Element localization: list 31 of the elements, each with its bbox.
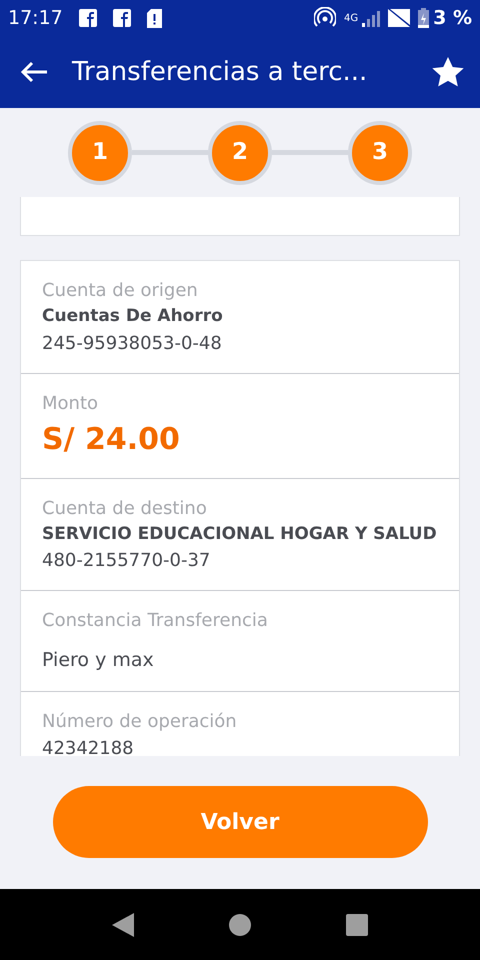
amount-value: S/ 24.00 (42, 420, 181, 458)
back-button[interactable]: Volver (52, 786, 428, 858)
field-label: Cuenta de destino (42, 496, 208, 520)
step-circle: 1 (68, 120, 132, 184)
home-icon[interactable] (229, 914, 251, 936)
field-value: 480-2155770-0-37 (42, 549, 212, 573)
network-label: 4G (344, 12, 358, 26)
battery-level: 3 % (433, 6, 472, 31)
sim-alert-icon (146, 8, 162, 28)
back-arrow-icon[interactable] (20, 61, 48, 83)
field-value: Cuentas De Ahorro (42, 305, 224, 328)
step-circle: 3 (348, 120, 412, 184)
field-label: Número de operación (42, 710, 238, 734)
hotspot-icon (314, 7, 336, 29)
field-value: 42342188 (42, 736, 135, 756)
facebook-icon (112, 9, 131, 27)
star-icon[interactable] (432, 56, 464, 88)
facebook-icon (78, 9, 97, 27)
battery-icon (418, 8, 430, 28)
field-value: 245-95938053-0-48 (42, 332, 223, 356)
field-label: Cuenta de origen (42, 279, 199, 303)
back-icon[interactable] (112, 913, 134, 937)
field-value: Piero y max (42, 648, 155, 673)
field-value: SERVICIO EDUCACIONAL HOGAR Y SALUD (42, 522, 438, 546)
field-label: Monto (42, 392, 100, 416)
field-label: Constancia Transferencia (42, 609, 269, 633)
status-time: 17:17 (8, 6, 63, 31)
signal-icon (362, 9, 380, 27)
screen-title: Transferencias a terc... (72, 56, 368, 88)
step-circle: 2 (208, 120, 272, 184)
no-wifi-icon (388, 9, 410, 27)
